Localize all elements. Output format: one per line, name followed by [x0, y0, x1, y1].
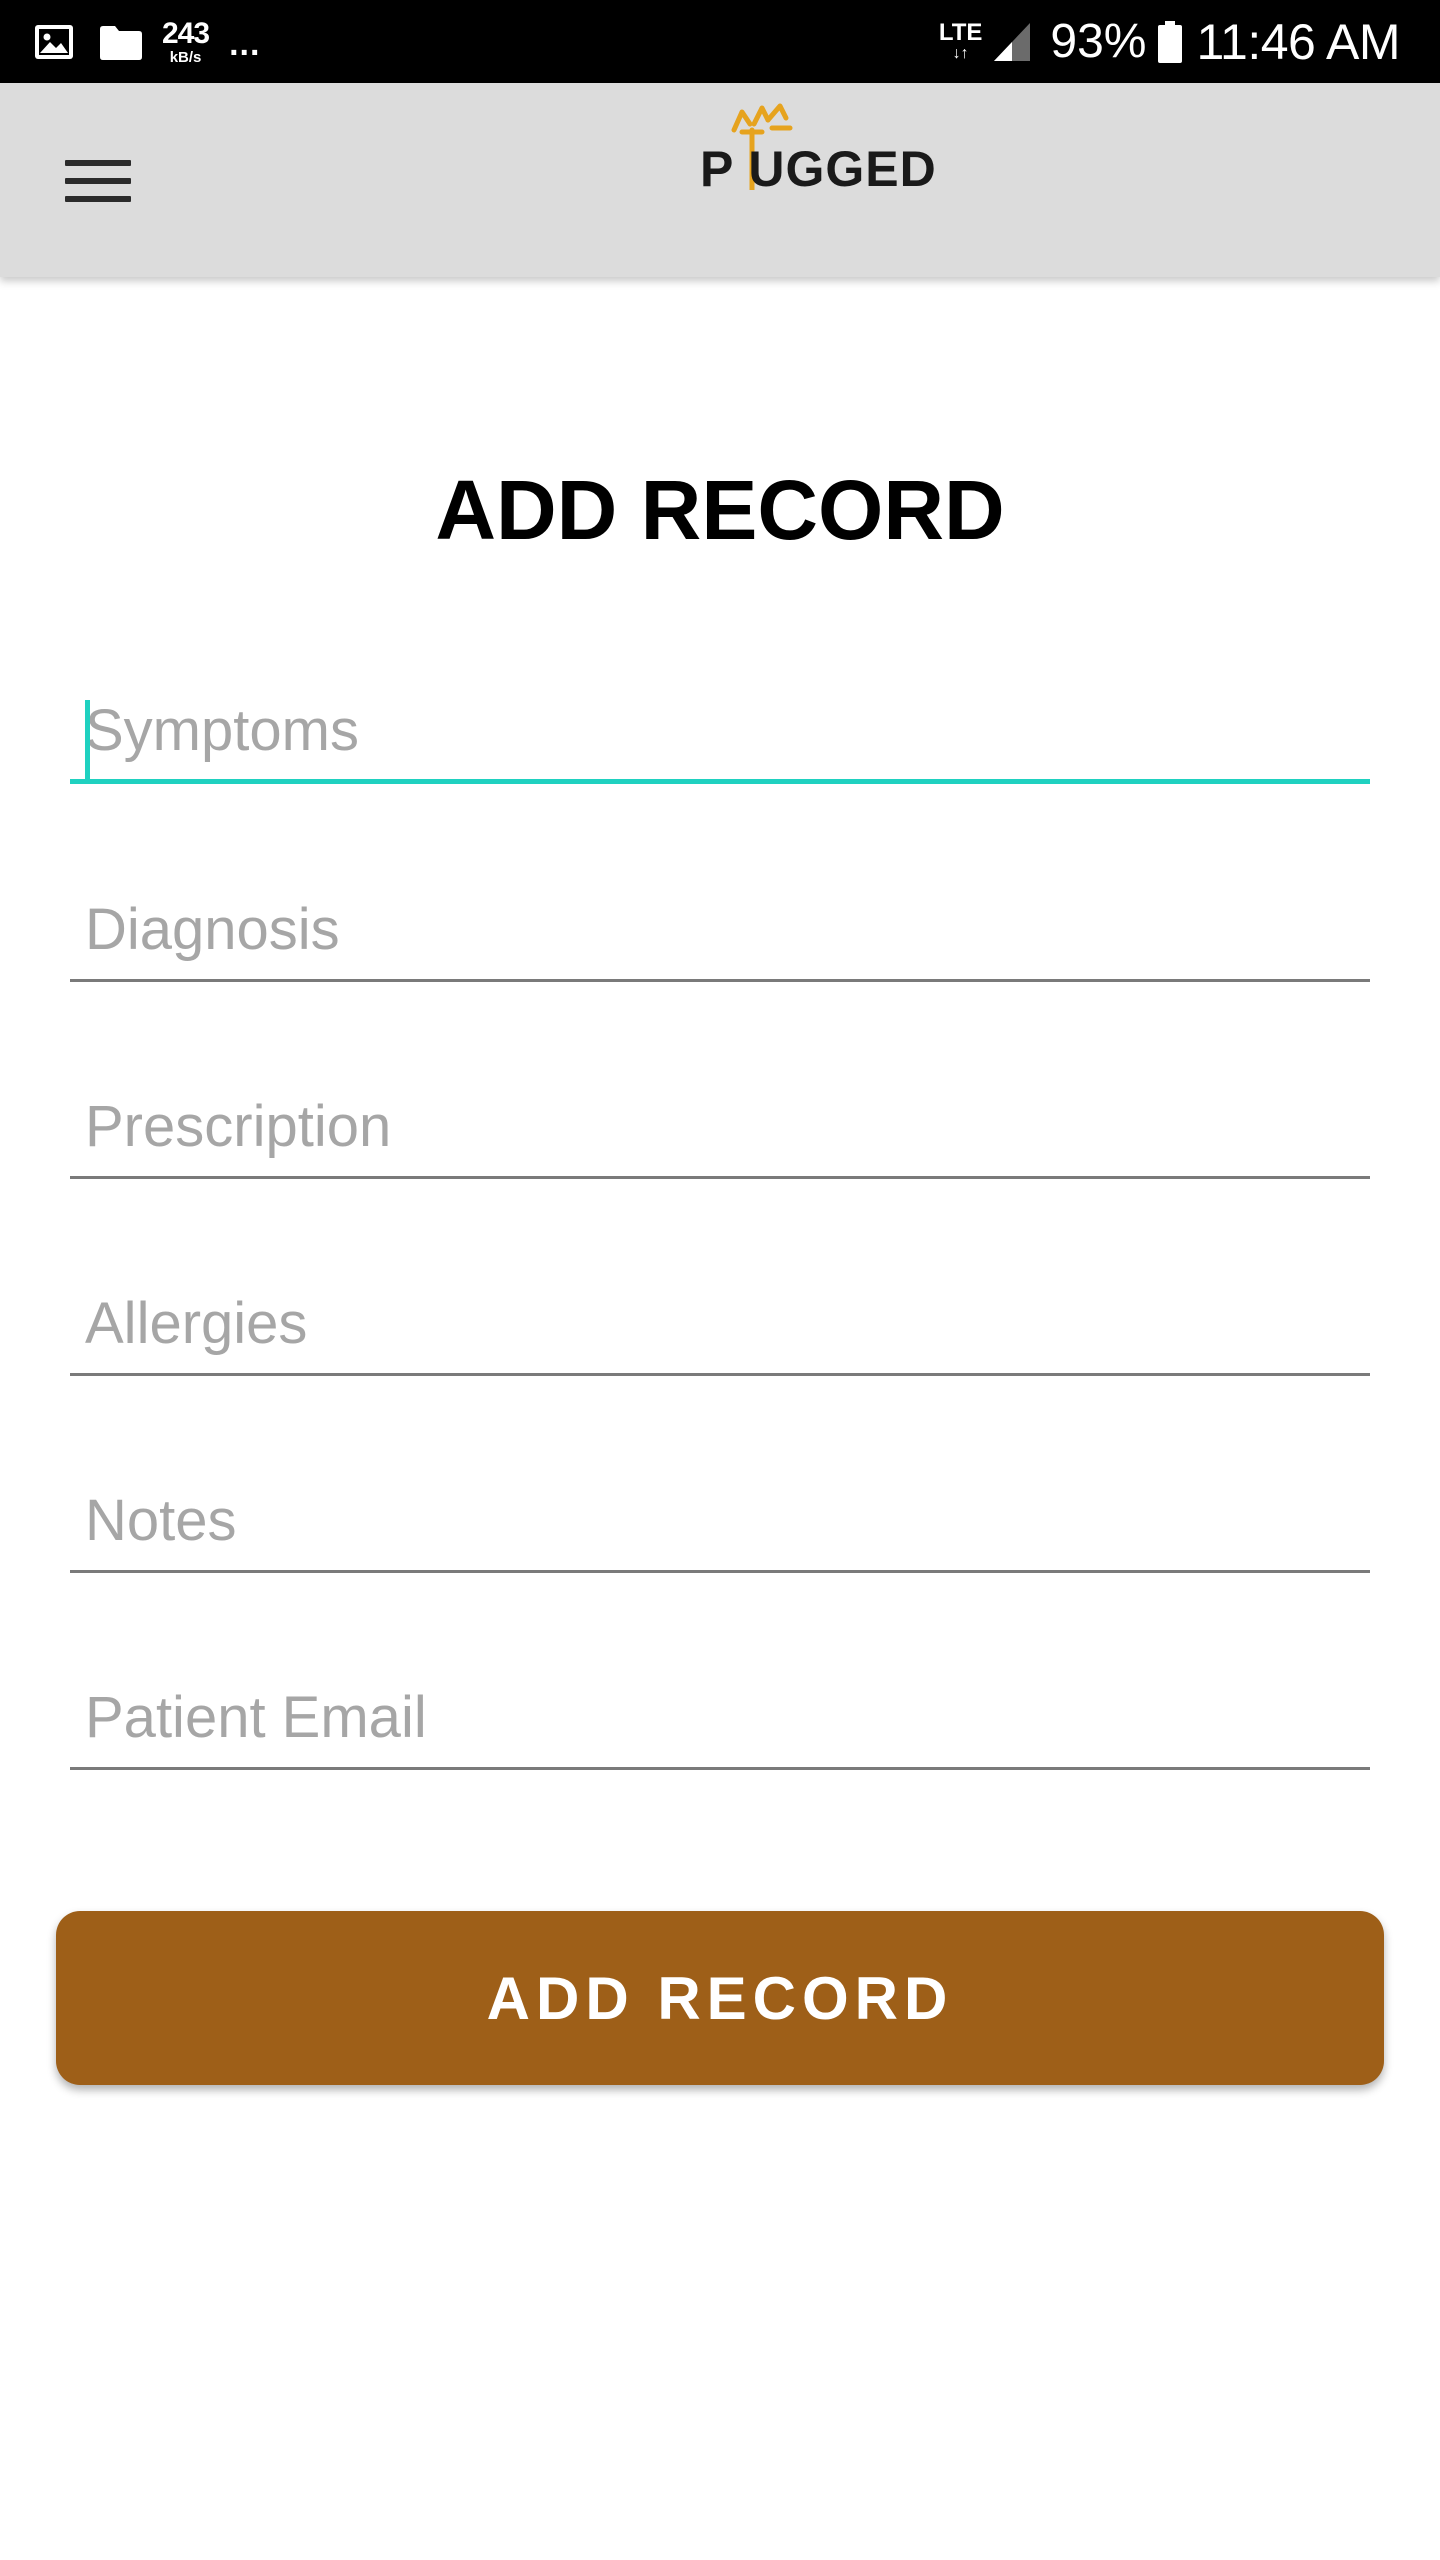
network-type-label: LTE	[938, 19, 983, 46]
network-speed-unit: kB/s	[169, 48, 202, 66]
prescription-input[interactable]	[70, 1079, 1370, 1179]
patient-email-input[interactable]	[70, 1670, 1370, 1770]
allergies-field	[70, 1276, 1370, 1376]
menu-bar-line	[65, 178, 131, 184]
gallery-icon	[35, 24, 73, 59]
menu-bar-line	[65, 196, 131, 202]
network-speed-value: 243	[162, 16, 210, 50]
diagnosis-field	[70, 882, 1370, 982]
symptoms-input[interactable]	[70, 684, 1370, 784]
folder-icon	[100, 25, 142, 60]
clock: 11:46 AM	[1196, 13, 1400, 70]
add-record-button[interactable]: ADD RECORD	[56, 1911, 1384, 2085]
battery-icon	[1158, 20, 1183, 63]
app-bar: P UGGED	[0, 83, 1440, 277]
notes-input[interactable]	[70, 1473, 1370, 1573]
status-bar-left: 243 kB/s ...	[34, 0, 260, 83]
diagnosis-input[interactable]	[70, 882, 1370, 982]
status-bar: 243 kB/s ... LTE ↓↑ 93% 11:46 AM	[0, 0, 1440, 83]
more-notifications-indicator: ...	[229, 25, 261, 63]
notes-field	[70, 1473, 1370, 1573]
symptoms-field	[70, 684, 1370, 784]
page-title: ADD RECORD	[435, 463, 1005, 557]
menu-bar-line	[65, 160, 131, 166]
patient-email-field	[70, 1670, 1370, 1770]
signal-icon	[994, 22, 1031, 61]
text-cursor	[85, 700, 90, 780]
allergies-input[interactable]	[70, 1276, 1370, 1376]
network-speed: 243 kB/s	[162, 16, 210, 66]
status-bar-right: LTE ↓↑ 93% 11:46 AM	[939, 0, 1401, 83]
prescription-field	[70, 1079, 1370, 1179]
lte-indicator: LTE ↓↑	[939, 21, 983, 62]
data-activity-arrows: ↓↑	[952, 45, 969, 62]
logo-text: P UGGED	[700, 141, 937, 197]
battery-percentage: 93%	[1050, 15, 1147, 68]
hamburger-menu-icon[interactable]	[44, 141, 152, 221]
plugged-logo: P UGGED	[700, 100, 960, 200]
